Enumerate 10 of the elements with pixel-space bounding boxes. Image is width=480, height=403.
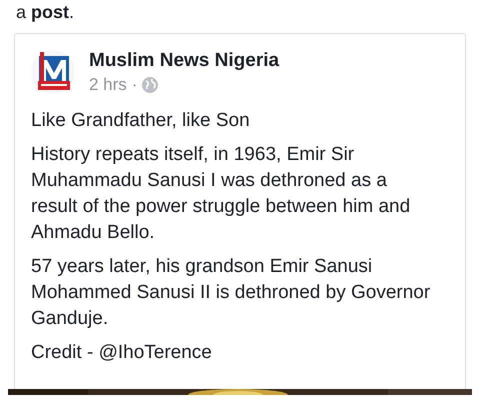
- news-logo-icon: [31, 48, 75, 96]
- author-link[interactable]: Muslim News Nigeria: [89, 50, 280, 72]
- post-paragraph: Like Grandfather, like Son: [31, 109, 251, 133]
- post-paragraph: History repeats itself, in 1963, Emir Sir Muhammadu Sanusi I was dethroned as a result of the power struggle between him and Ahmadu Bello.: [31, 143, 412, 245]
- intro-text: a post.: [15, 1, 76, 24]
- post-time: 2 hrs: [89, 74, 127, 94]
- separator-dot: ·: [132, 74, 138, 94]
- post-paragraph: Credit - @IhoTerence: [31, 341, 213, 365]
- globe-icon: [142, 76, 158, 92]
- post-paragraph: 57 years later, his grandson Emir Sanusi Mohammed Sanusi II is dethroned by Governor Ganduje.: [31, 255, 431, 331]
